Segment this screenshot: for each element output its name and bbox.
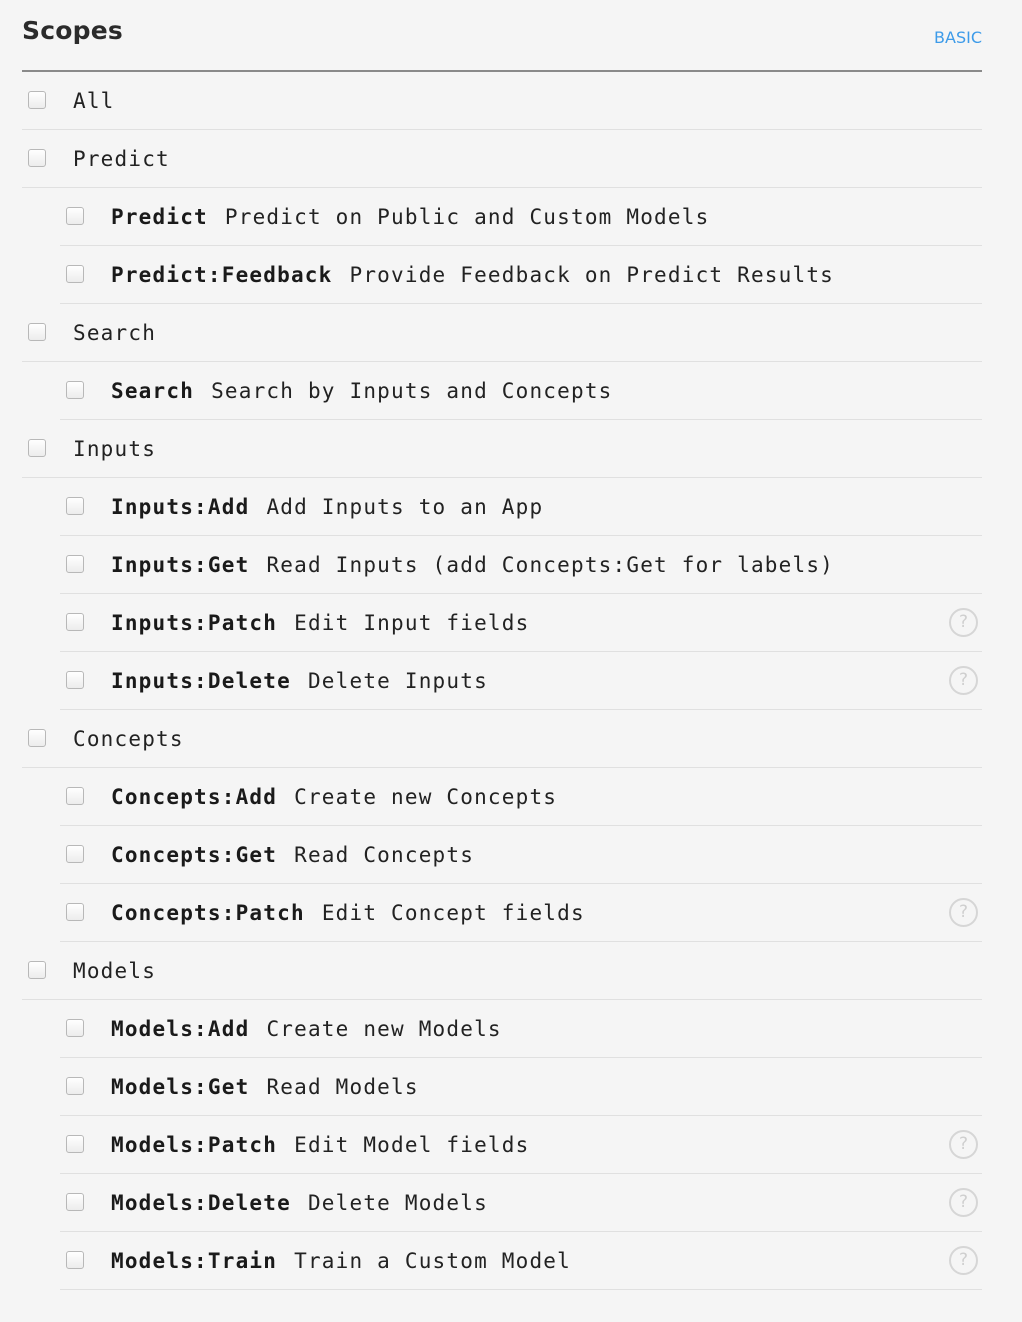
scope-description: Create new Models — [266, 1017, 502, 1041]
scope-checkbox[interactable] — [66, 381, 84, 399]
scope-description: Delete Models — [307, 1191, 488, 1215]
scope-group-models[interactable]: Models — [0, 942, 1022, 1000]
scope-checkbox[interactable] — [66, 207, 84, 225]
scope-group-all[interactable]: All — [0, 72, 1022, 130]
scope-group-inputs[interactable]: Inputs — [0, 420, 1022, 478]
scope-name: Models:Add — [111, 1017, 250, 1041]
scope-checkbox[interactable] — [66, 671, 84, 689]
scope-item-inputs-patch[interactable]: Inputs:Patch Edit Input fields? — [0, 594, 1022, 652]
scope-group-checkbox[interactable] — [28, 729, 46, 747]
scope-description: Edit Input fields — [294, 611, 530, 635]
scope-description: Train a Custom Model — [294, 1249, 571, 1273]
scope-checkbox[interactable] — [66, 1019, 84, 1037]
scope-name: Models:Patch — [111, 1133, 278, 1157]
scope-description: Create new Concepts — [294, 785, 558, 809]
scope-checkbox[interactable] — [66, 1251, 84, 1269]
scope-name: Inputs:Delete — [111, 669, 291, 693]
help-icon[interactable]: ? — [949, 898, 978, 927]
scope-checkbox[interactable] — [66, 1077, 84, 1095]
page-title: Scopes — [22, 16, 123, 45]
scope-group-concepts[interactable]: Concepts — [0, 710, 1022, 768]
scope-group-label: Predict — [73, 147, 170, 171]
scope-item-models-patch[interactable]: Models:Patch Edit Model fields? — [0, 1116, 1022, 1174]
scope-group-label: Inputs — [73, 437, 157, 461]
scope-item-inputs-add[interactable]: Inputs:Add Add Inputs to an App — [0, 478, 1022, 536]
scope-name: Concepts:Get — [111, 843, 278, 867]
scope-name: Inputs:Get — [111, 553, 250, 577]
scope-description: Read Models — [266, 1075, 419, 1099]
scope-checkbox[interactable] — [66, 1135, 84, 1153]
scope-description: Provide Feedback on Predict Results — [349, 263, 835, 287]
scope-group-label: All — [73, 89, 115, 113]
scope-checkbox[interactable] — [66, 555, 84, 573]
scope-name: Predict:Feedback — [111, 263, 333, 287]
scope-name: Concepts:Patch — [111, 901, 305, 925]
scope-item-models-get[interactable]: Models:Get Read Models — [0, 1058, 1022, 1116]
scope-checkbox[interactable] — [66, 903, 84, 921]
scope-list: All Predict Predict Predict on Public and C… — [0, 72, 1022, 1290]
scope-name: Models:Delete — [111, 1191, 291, 1215]
scope-group-search[interactable]: Search — [0, 304, 1022, 362]
scope-group-checkbox[interactable] — [28, 439, 46, 457]
scope-item-models-add[interactable]: Models:Add Create new Models — [0, 1000, 1022, 1058]
scope-name: Models:Get — [111, 1075, 250, 1099]
scope-item-concepts-add[interactable]: Concepts:Add Create new Concepts — [0, 768, 1022, 826]
scopes-header: Scopes BASIC — [22, 0, 982, 72]
scope-group-checkbox[interactable] — [28, 323, 46, 341]
scope-checkbox[interactable] — [66, 265, 84, 283]
scope-name: Models:Train — [111, 1249, 278, 1273]
scope-group-label: Concepts — [73, 727, 184, 751]
scope-item-inputs-delete[interactable]: Inputs:Delete Delete Inputs? — [0, 652, 1022, 710]
help-icon[interactable]: ? — [949, 1188, 978, 1217]
scope-checkbox[interactable] — [66, 1193, 84, 1211]
scope-name: Search — [111, 379, 195, 403]
scope-description: Read Inputs (add Concepts:Get for labels… — [266, 553, 835, 577]
scope-item-concepts-patch[interactable]: Concepts:Patch Edit Concept fields? — [0, 884, 1022, 942]
scope-description: Predict on Public and Custom Models — [224, 205, 710, 229]
scope-description: Edit Concept fields — [321, 901, 585, 925]
scope-description: Search by Inputs and Concepts — [211, 379, 613, 403]
scope-description: Delete Inputs — [307, 669, 488, 693]
scope-group-label: Search — [73, 321, 157, 345]
scope-name: Concepts:Add — [111, 785, 278, 809]
help-icon[interactable]: ? — [949, 666, 978, 695]
scope-item-inputs-get[interactable]: Inputs:Get Read Inputs (add Concepts:Get … — [0, 536, 1022, 594]
scope-item-models-train[interactable]: Models:Train Train a Custom Model? — [0, 1232, 1022, 1290]
scope-item-predict[interactable]: Predict Predict on Public and Custom Mode… — [0, 188, 1022, 246]
scope-description: Edit Model fields — [294, 1133, 530, 1157]
scope-name: Inputs:Patch — [111, 611, 278, 635]
basic-mode-link[interactable]: BASIC — [934, 28, 982, 47]
scope-checkbox[interactable] — [66, 787, 84, 805]
help-icon[interactable]: ? — [949, 1130, 978, 1159]
scope-group-predict[interactable]: Predict — [0, 130, 1022, 188]
scope-group-label: Models — [73, 959, 157, 983]
scope-item-models-delete[interactable]: Models:Delete Delete Models? — [0, 1174, 1022, 1232]
scope-group-checkbox[interactable] — [28, 961, 46, 979]
scope-name: Predict — [111, 205, 208, 229]
scope-item-concepts-get[interactable]: Concepts:Get Read Concepts — [0, 826, 1022, 884]
scope-item-predict-feedback[interactable]: Predict:Feedback Provide Feedback on Pred… — [0, 246, 1022, 304]
scope-group-checkbox[interactable] — [28, 149, 46, 167]
help-icon[interactable]: ? — [949, 608, 978, 637]
scope-item-search[interactable]: Search Search by Inputs and Concepts — [0, 362, 1022, 420]
scope-group-checkbox[interactable] — [28, 91, 46, 109]
help-icon[interactable]: ? — [949, 1246, 978, 1275]
scope-name: Inputs:Add — [111, 495, 250, 519]
scope-checkbox[interactable] — [66, 613, 84, 631]
scope-description: Add Inputs to an App — [266, 495, 544, 519]
scope-description: Read Concepts — [294, 843, 475, 867]
scope-checkbox[interactable] — [66, 497, 84, 515]
scope-checkbox[interactable] — [66, 845, 84, 863]
